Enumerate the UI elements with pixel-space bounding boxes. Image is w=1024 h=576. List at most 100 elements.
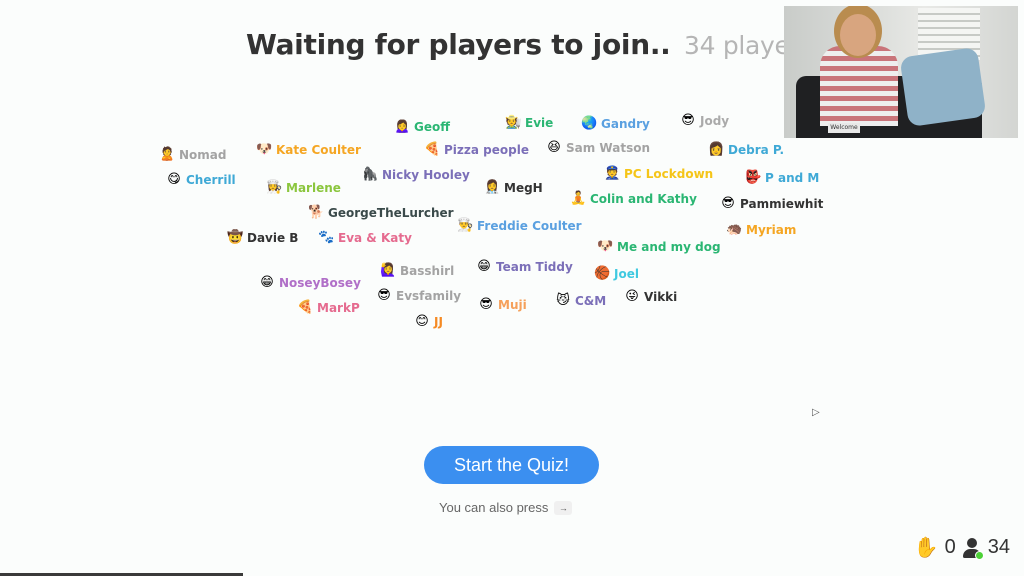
player-name: Marlene (286, 180, 341, 195)
player-name: Nicky Hooley (382, 167, 470, 182)
player-avatar-icon: 😊 (415, 314, 429, 329)
player-name: Muji (498, 297, 527, 312)
player-tag: 🐾 Eva & Katy (318, 230, 412, 245)
player-avatar-icon: 😁 (477, 259, 491, 274)
player-tag: 😁 NoseyBosey (259, 275, 361, 290)
player-name: GeorgeTheLurcher (328, 205, 454, 220)
player-tag: 😋 Cherrill (166, 172, 236, 187)
player-avatar-icon: 🦔 (726, 222, 743, 237)
player-tag: 😎 Jody (680, 113, 729, 128)
player-name: Basshirl (400, 263, 455, 278)
player-tag: 🌏 Gandry (581, 116, 650, 131)
player-avatar-icon: 😎 (479, 297, 493, 312)
player-tag: 👨‍🍳 Freddie Coulter (457, 218, 582, 233)
player-tag: 🍕 MarkP (297, 300, 360, 315)
player-tag: 😎 Pammiewhit (720, 196, 823, 211)
player-avatar-icon: 🙍‍♀️ (394, 119, 411, 134)
player-name: Geoff (414, 119, 450, 134)
player-name: Freddie Coulter (477, 218, 582, 233)
player-name: JJ (434, 314, 443, 329)
player-name: Jody (700, 113, 730, 128)
player-name: PC Lockdown (624, 166, 714, 181)
player-name: Cherrill (186, 172, 236, 187)
player-avatar-icon: 😋 (167, 172, 181, 187)
player-tag: 😎 Evsfamily (376, 288, 461, 303)
player-name: Evsfamily (396, 288, 462, 303)
player-avatar-icon: 👺 (745, 170, 762, 185)
welcome-sign: Welcome (828, 123, 860, 133)
players-online-count: 34 (987, 536, 1010, 558)
player-name: Vikki (644, 289, 678, 304)
player-avatar-icon: 👨‍🍳 (457, 218, 474, 233)
user-online-icon (962, 537, 984, 560)
player-avatar-icon: 👮 (604, 166, 621, 181)
player-tag: 🧘 Colin and Kathy (570, 191, 697, 206)
player-avatar-icon: 👩 (708, 142, 725, 157)
player-avatar-icon: 🐾 (318, 230, 335, 245)
player-avatar-icon: 🙎 (159, 147, 176, 162)
player-tag: 😁 Team Tiddy (476, 259, 573, 274)
player-tag: 👺 P and M (745, 170, 819, 185)
player-name: Team Tiddy (496, 259, 573, 274)
player-avatar-icon: 😼 (556, 293, 570, 308)
player-tag: 🐶 Me and my dog (597, 239, 721, 254)
player-tag: 👩‍🍳 Marlene (266, 180, 341, 195)
player-name: Davie B (247, 230, 299, 245)
player-tag: 🤠 Davie B (227, 230, 298, 245)
player-name: Myriam (746, 222, 797, 237)
player-name: Gandry (601, 116, 650, 131)
player-avatar-icon: 🤠 (227, 230, 244, 245)
presenter (820, 46, 898, 126)
player-name: Evie (525, 115, 554, 130)
webcam-video: Welcome (784, 6, 1018, 138)
player-name: Colin and Kathy (590, 191, 697, 206)
player-tag: 🙍‍♀️ Geoff (394, 119, 450, 134)
player-avatar-icon: 🐶 (597, 239, 614, 254)
presenter-head (840, 14, 876, 56)
player-avatar-icon: 🐶 (256, 142, 273, 157)
player-name: MarkP (317, 300, 360, 315)
player-name: P and M (765, 170, 820, 185)
player-avatar-icon: 👩‍⚕️ (484, 180, 501, 195)
player-tag: 🐕 GeorgeTheLurcher (308, 205, 454, 220)
player-tag: 🦍 Nicky Hooley (362, 167, 470, 182)
player-tag: 🙋‍♀️ Basshirl (380, 263, 454, 278)
player-tag: 🍕 Pizza people (424, 142, 529, 157)
arrow-right-key-icon: → (554, 500, 573, 515)
player-tag: 😜 Vikki (624, 289, 677, 304)
start-quiz-button[interactable]: Start the Quiz! (424, 446, 599, 484)
keyboard-hint: You can also press → (439, 500, 573, 515)
player-avatar-icon: 😜 (625, 289, 639, 304)
player-tag: 👩‍⚕️ MegH (484, 180, 543, 195)
player-name: MegH (504, 180, 543, 195)
player-avatar-icon: 😎 (721, 196, 735, 211)
player-avatar-icon: 🏀 (594, 266, 611, 281)
player-avatar-icon: 🧑‍🌾 (505, 115, 522, 130)
player-tag: 🐶 Kate Coulter (256, 142, 361, 157)
player-name: Joel (614, 266, 639, 281)
player-avatar-icon: 🍕 (297, 300, 314, 315)
mouse-cursor-icon: ▷ (812, 407, 820, 418)
pillow (899, 46, 987, 128)
player-avatar-icon: 🦍 (362, 167, 379, 182)
player-tag: 😆 Sam Watson (546, 140, 650, 155)
player-name: Pammiewhit (740, 196, 824, 211)
player-tag: 😎 Muji (478, 297, 527, 312)
player-avatar-icon: 🧘 (570, 191, 587, 206)
player-avatar-icon: 🐕 (308, 205, 325, 220)
stats-bar: ✋ 0 34 (914, 535, 1010, 560)
player-name: Pizza people (444, 142, 529, 157)
player-name: C&M (575, 293, 607, 308)
player-name: Eva & Katy (338, 230, 412, 245)
player-avatar-icon: 👩‍🍳 (266, 180, 283, 195)
hint-text: You can also press (439, 500, 549, 515)
player-avatar-icon: 🙋‍♀️ (380, 263, 397, 278)
player-name: Debra P. (728, 142, 785, 157)
player-name: NoseyBosey (279, 275, 361, 290)
player-tag: 😼 C&M (555, 293, 606, 308)
player-name: Me and my dog (617, 239, 721, 254)
player-tag: 🧑‍🌾 Evie (505, 115, 553, 130)
player-avatar-icon: 😎 (681, 113, 695, 128)
player-tag: 🏀 Joel (594, 266, 639, 281)
player-tag: 🙎 Nomad (159, 147, 226, 162)
